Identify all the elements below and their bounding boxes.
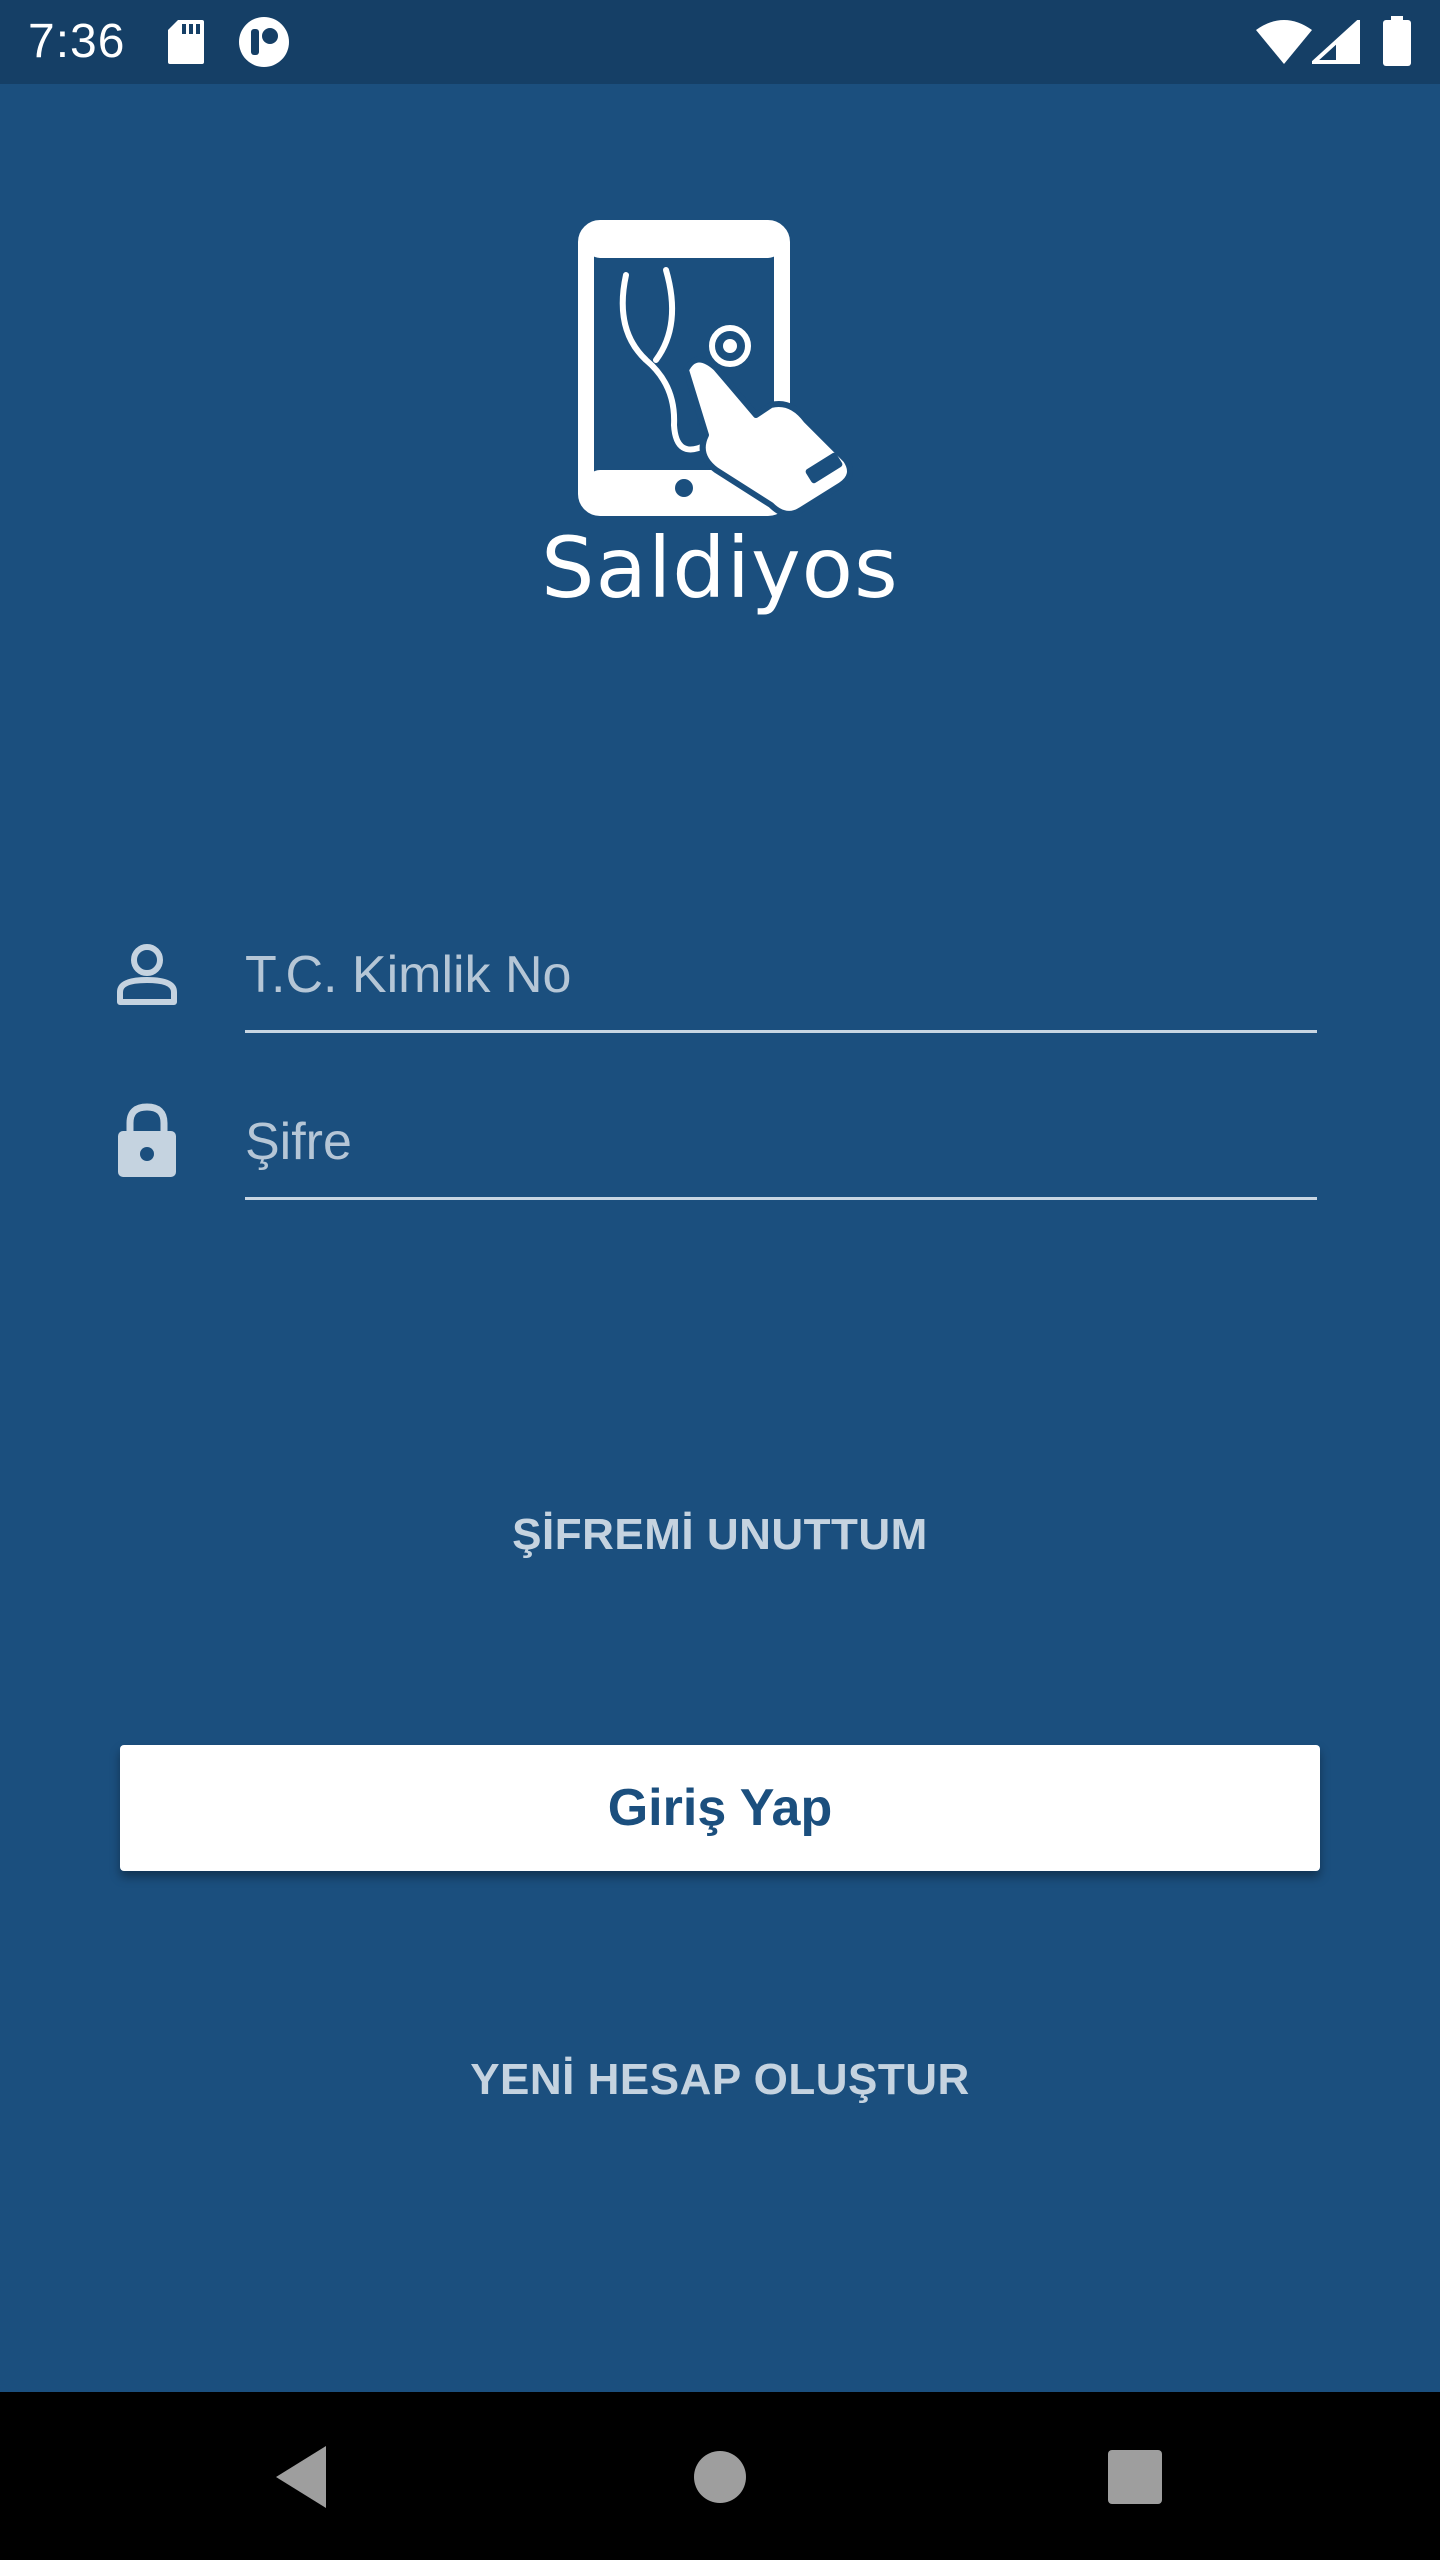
tablet-stethoscope-hand-icon bbox=[578, 220, 853, 517]
login-screen: 7:36 Saldiyos T.C. Kimlik No ŞİFREMİ UNU… bbox=[0, 0, 1440, 2560]
status-bar: 7:36 bbox=[0, 0, 1440, 84]
person-icon bbox=[116, 942, 178, 1006]
create-account-button[interactable]: YENİ HESAP OLUŞTUR bbox=[0, 2050, 1440, 2110]
tc-kimlik-input[interactable] bbox=[245, 920, 1317, 1033]
password-input[interactable] bbox=[245, 1087, 1317, 1200]
wifi-icon bbox=[1256, 20, 1312, 69]
app-brand-name: Saldiyos bbox=[541, 519, 899, 617]
recents-icon[interactable] bbox=[1090, 2432, 1180, 2522]
signal-icon bbox=[1308, 17, 1360, 69]
app-notification-icon bbox=[238, 16, 290, 73]
home-icon[interactable] bbox=[675, 2432, 765, 2522]
login-button[interactable]: Giriş Yap bbox=[120, 1745, 1320, 1871]
forgot-password-button[interactable]: ŞİFREMİ UNUTTUM bbox=[0, 1505, 1440, 1565]
app-logo bbox=[556, 220, 886, 520]
sd-card-icon bbox=[166, 18, 206, 71]
tc-field bbox=[0, 920, 1440, 1040]
navigation-bar bbox=[0, 2392, 1440, 2560]
lock-icon bbox=[116, 1103, 178, 1177]
status-time: 7:36 bbox=[28, 15, 126, 68]
battery-icon bbox=[1382, 16, 1412, 71]
password-field bbox=[0, 1087, 1440, 1207]
back-icon[interactable] bbox=[258, 2432, 348, 2522]
